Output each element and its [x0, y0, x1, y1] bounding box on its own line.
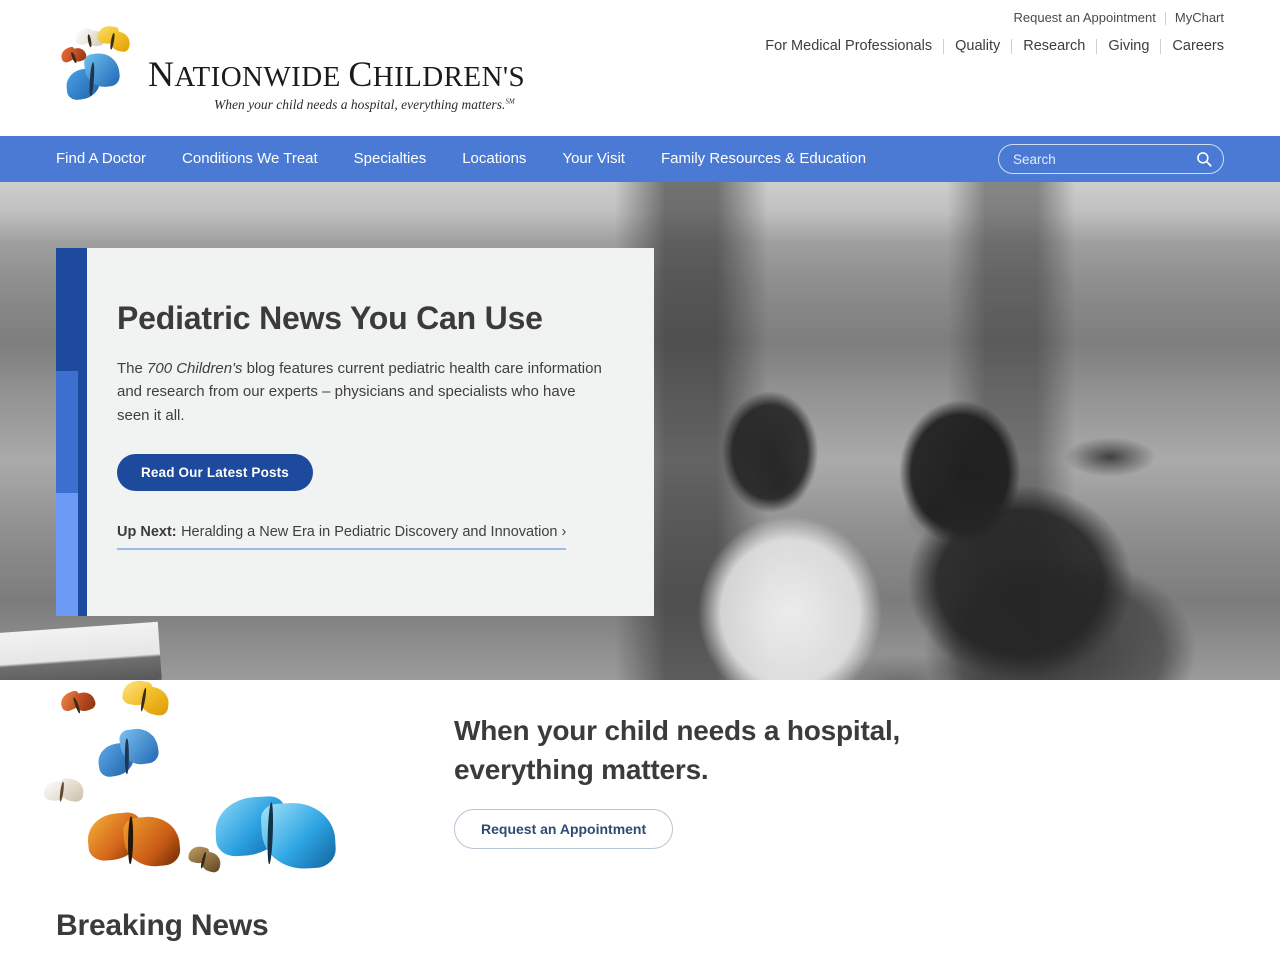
promo-butterflies-graphic [40, 678, 370, 895]
search-box[interactable] [998, 144, 1224, 174]
utility-link-giving[interactable]: Giving [1097, 37, 1160, 55]
hero-indicator-1[interactable] [56, 248, 78, 371]
logo-ationwide: ATIONWIDE [174, 61, 341, 93]
promo-copy: When your child needs a hospital, everyt… [454, 712, 1074, 850]
main-navigation: Find A Doctor Conditions We Treat Specia… [0, 136, 1280, 182]
hero-slide-indicators [56, 248, 78, 617]
nav-item-family-resources-and-education[interactable]: Family Resources & Education [661, 136, 866, 182]
hero-card: Pediatric News You Can Use The 700 Child… [56, 248, 654, 617]
hero-indicator-2[interactable] [56, 370, 78, 494]
breaking-news-title: Breaking News [56, 909, 269, 942]
utility-nav-top: Request an Appointment MyChart [754, 10, 1224, 26]
utility-link-research[interactable]: Research [1012, 37, 1096, 55]
utility-link-mychart[interactable]: MyChart [1166, 10, 1224, 26]
utility-nav-bottom: For Medical Professionals Quality Resear… [754, 37, 1224, 55]
utility-link-quality[interactable]: Quality [944, 37, 1011, 55]
logo-n: N [148, 54, 175, 94]
butterfly-monarch-icon [85, 798, 183, 880]
utility-navigation: Request an Appointment MyChart For Medic… [754, 10, 1224, 55]
nav-item-conditions-we-treat[interactable]: Conditions We Treat [182, 136, 318, 182]
promo-headline-line-2: everything matters. [454, 753, 709, 785]
hero-title: Pediatric News You Can Use [117, 300, 543, 336]
hero-panel: Pediatric News You Can Use The 700 Child… [87, 248, 654, 616]
hero-indicator-3[interactable] [56, 493, 78, 617]
logo-name: NATIONWIDE CHILDREN'S [148, 56, 525, 92]
butterfly-yellow-icon [119, 676, 173, 724]
utility-link-careers[interactable]: Careers [1161, 37, 1224, 55]
hero-description: The 700 Children's blog features current… [117, 357, 606, 428]
utility-link-request-an-appointment[interactable]: Request an Appointment [1004, 10, 1164, 26]
logo-wordmark: NATIONWIDE CHILDREN'S When your child ne… [148, 22, 525, 113]
page-root: NATIONWIDE CHILDREN'S When your child ne… [0, 0, 1280, 960]
promo-headline-line-1: When your child needs a hospital, [454, 715, 901, 746]
hero-section: Pediatric News You Can Use The 700 Child… [0, 182, 1280, 680]
site-logo[interactable]: NATIONWIDE CHILDREN'S When your child ne… [54, 22, 525, 114]
logo-tagline-text: When your child needs a hospital, everyt… [214, 97, 506, 112]
hero-up-next-label: Up Next: [117, 523, 177, 540]
search-input[interactable] [1013, 151, 1195, 167]
butterfly-blue-medium-icon [95, 726, 164, 788]
hero-up-next[interactable]: Up Next: Heralding a New Era in Pediatri… [117, 523, 567, 550]
hero-description-emphasis: 700 Children's [147, 359, 243, 377]
promo-headline: When your child needs a hospital, everyt… [454, 712, 1074, 789]
logo-tagline-tm: SM [505, 97, 515, 106]
nav-item-specialties[interactable]: Specialties [354, 136, 427, 182]
hero-up-next-link[interactable]: Heralding a New Era in Pediatric Discove… [181, 524, 566, 540]
butterfly-white-icon [42, 775, 86, 812]
read-our-latest-posts-button[interactable]: Read Our Latest Posts [117, 453, 313, 491]
hero-bench-detail [0, 621, 162, 680]
logo-hildrens: HILDREN'S [372, 61, 525, 93]
logo-butterfly-blue-icon [63, 51, 124, 109]
butterfly-orange-small-icon [58, 685, 100, 723]
nav-item-locations[interactable]: Locations [462, 136, 526, 182]
hero-accent-spine [78, 248, 87, 616]
logo-butterflies-icon [54, 22, 146, 114]
promo-section: When your child needs a hospital, everyt… [0, 678, 1280, 908]
site-header: NATIONWIDE CHILDREN'S When your child ne… [0, 0, 1280, 136]
search-icon[interactable] [1195, 150, 1213, 168]
nav-item-find-a-doctor[interactable]: Find A Doctor [56, 136, 146, 182]
logo-tagline: When your child needs a hospital, everyt… [214, 97, 525, 113]
utility-link-for-medical-professionals[interactable]: For Medical Professionals [754, 37, 943, 55]
butterfly-blue-morpho-icon [213, 785, 339, 889]
hero-description-pre: The [117, 359, 148, 377]
nav-item-your-visit[interactable]: Your Visit [562, 136, 625, 182]
logo-c: C [348, 54, 373, 94]
breaking-news-section: Breaking News [0, 908, 1280, 944]
request-an-appointment-button[interactable]: Request an Appointment [454, 809, 674, 850]
